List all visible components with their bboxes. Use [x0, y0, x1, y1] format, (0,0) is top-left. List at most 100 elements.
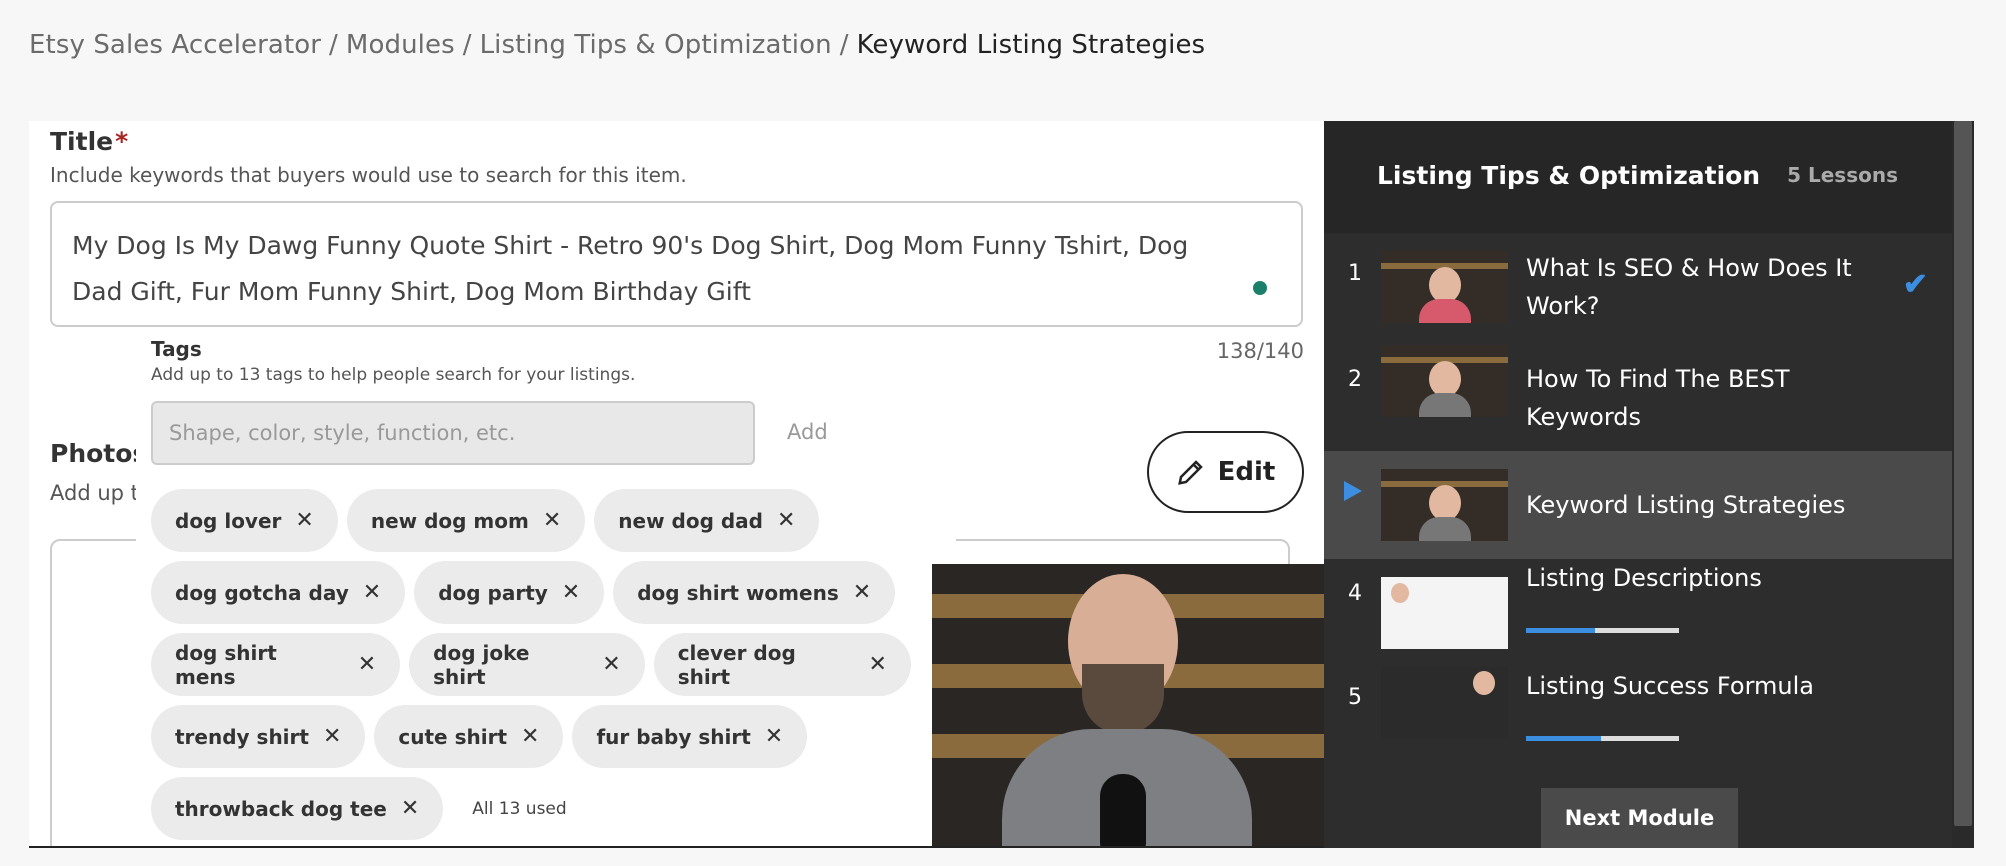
lesson-thumbnail — [1381, 345, 1508, 417]
tag-chip: dog shirt womens ✕ — [613, 561, 896, 624]
lesson-item-5[interactable]: 5 Listing Success Formula — [1324, 667, 1952, 775]
tag-chip: fur baby shirt ✕ — [572, 705, 808, 768]
remove-tag-icon: ✕ — [357, 652, 377, 677]
remove-tag-icon: ✕ — [362, 580, 382, 605]
scrollbar-thumb[interactable] — [1954, 121, 1972, 826]
tag-chip: clever dog shirt ✕ — [653, 633, 911, 696]
tag-label: new dog dad — [618, 508, 763, 533]
tag-label: dog joke shirt — [433, 640, 530, 689]
lesson-progress-fill — [1526, 736, 1601, 741]
tag-label: dog lover — [175, 508, 282, 533]
tag-label: dog gotcha day — [175, 580, 349, 605]
lesson-progress-bar — [1526, 628, 1679, 633]
presenter-webcam — [932, 564, 1324, 846]
tag-label: trendy shirt — [175, 724, 309, 749]
video-player[interactable]: Title* Include keywords that buyers woul… — [29, 121, 1324, 848]
lesson-title: How To Find The BEST Keywords — [1526, 365, 1790, 431]
tag-chips: dog lover ✕ new dog mom ✕ new dog dad ✕ dog go… — [151, 489, 911, 846]
lesson-title: What Is SEO & How Does It Work? — [1526, 254, 1852, 320]
title-label: Title* — [50, 127, 129, 156]
breadcrumb-separator: / — [839, 30, 849, 60]
lesson-item-1[interactable]: 1 What Is SEO & How Does It Work? ✔ — [1324, 233, 1952, 341]
tag-chip: trendy shirt ✕ — [151, 705, 366, 768]
lesson-thumbnail — [1381, 577, 1508, 649]
lesson-item-2[interactable]: 2 How To Find The BEST Keywords — [1324, 345, 1952, 453]
remove-tag-icon: ✕ — [764, 724, 784, 749]
tag-row: throwback dog tee ✕ All 13 used — [151, 777, 911, 840]
tag-label: new dog mom — [370, 508, 529, 533]
remove-tag-icon: ✕ — [777, 508, 796, 533]
tag-row: trendy shirt ✕ cute shirt ✕ fur baby shirt ✕ — [151, 705, 911, 768]
breadcrumb-module[interactable]: Listing Tips & Optimization — [480, 30, 832, 60]
tag-chip: throwback dog tee ✕ — [151, 777, 444, 840]
tag-chip: dog joke shirt ✕ — [409, 633, 645, 696]
lesson-thumbnail — [1381, 251, 1508, 323]
remove-tag-icon: ✕ — [542, 508, 562, 533]
edit-label: Edit — [1217, 457, 1276, 487]
lesson-thumbnail — [1381, 667, 1508, 739]
tag-chip: new dog mom ✕ — [346, 489, 586, 552]
remove-tag-icon: ✕ — [602, 652, 621, 677]
lesson-thumbnail — [1381, 469, 1508, 541]
tag-row: dog lover ✕ new dog mom ✕ new dog dad ✕ — [151, 489, 911, 552]
pencil-icon — [1177, 460, 1203, 485]
remove-tag-icon: ✕ — [561, 580, 581, 605]
lesson-sidebar: Listing Tips & Optimization 5 Lessons 1 … — [1324, 121, 1974, 848]
tag-chip: new dog dad ✕ — [594, 489, 820, 552]
tags-add-button: Add — [787, 420, 828, 444]
breadcrumb-modules[interactable]: Modules — [346, 30, 455, 60]
char-count: 138/140 — [1216, 339, 1304, 363]
lesson-item-4[interactable]: 4 Listing Descriptions — [1324, 559, 1952, 667]
tag-chip: cute shirt ✕ — [374, 705, 564, 768]
tag-chip: dog party ✕ — [414, 561, 605, 624]
lesson-title: Listing Descriptions — [1526, 564, 1762, 592]
microphone-icon — [1100, 774, 1146, 846]
remove-tag-icon: ✕ — [521, 724, 540, 749]
edit-button: Edit — [1147, 431, 1304, 513]
remove-tag-icon: ✕ — [400, 796, 420, 821]
required-mark: * — [115, 127, 129, 156]
breadcrumb-separator: / — [329, 30, 338, 60]
lesson-progress-fill — [1526, 628, 1595, 633]
next-module-button[interactable]: Next Module — [1541, 788, 1738, 848]
remove-tag-icon: ✕ — [322, 724, 342, 749]
presenter-beard — [1082, 664, 1164, 734]
module-title: Listing Tips & Optimization — [1377, 161, 1761, 190]
tag-row: dog gotcha day ✕ dog party ✕ dog shirt women… — [151, 561, 911, 624]
lesson-number: 1 — [1348, 261, 1362, 286]
remove-tag-icon: ✕ — [295, 508, 314, 533]
breadcrumb-separator: / — [462, 30, 472, 60]
tag-label: dog party — [438, 580, 548, 605]
sidebar-scrollbar[interactable] — [1952, 121, 1974, 848]
tag-label: dog shirt womens — [637, 580, 839, 605]
tags-input: Shape, color, style, function, etc. — [151, 401, 755, 465]
lesson-number: 5 — [1348, 685, 1362, 710]
tag-chip: dog gotcha day ✕ — [151, 561, 406, 624]
checkmark-icon: ✔ — [1902, 268, 1928, 301]
tag-label: fur baby shirt — [596, 724, 751, 749]
tags-label: Tags — [151, 337, 202, 361]
remove-tag-icon: ✕ — [852, 580, 872, 605]
tag-row: dog shirt mens ✕ dog joke shirt ✕ clever dog… — [151, 633, 911, 696]
play-icon — [1344, 481, 1362, 501]
title-value: My Dog Is My Dawg Funny Quote Shirt - Re… — [72, 231, 1189, 306]
sidebar-header: Listing Tips & Optimization 5 Lessons — [1324, 121, 1952, 233]
title-field: My Dog Is My Dawg Funny Quote Shirt - Re… — [50, 201, 1303, 327]
photos-help: Add up t — [50, 481, 139, 505]
title-help: Include keywords that buyers would use t… — [50, 163, 687, 187]
lesson-item-3[interactable]: Keyword Listing Strategies — [1324, 451, 1952, 559]
tags-help: Add up to 13 tags to help people search … — [151, 365, 636, 385]
lesson-number: 2 — [1348, 367, 1362, 392]
photos-label: Photos — [50, 439, 148, 468]
lesson-number: 4 — [1348, 581, 1362, 606]
status-dot-icon — [1253, 281, 1267, 295]
breadcrumb-course[interactable]: Etsy Sales Accelerator — [29, 30, 321, 60]
lesson-progress-bar — [1526, 736, 1679, 741]
tag-chip: dog shirt mens ✕ — [151, 633, 401, 696]
tags-panel: Tags Add up to 13 tags to help people se… — [136, 329, 956, 846]
tag-label: dog shirt mens — [175, 640, 277, 689]
breadcrumb-current: Keyword Listing Strategies — [856, 30, 1206, 60]
tag-label: throwback dog tee — [175, 796, 387, 821]
tag-label: clever dog shirt — [677, 640, 796, 689]
lesson-count: 5 Lessons — [1787, 163, 1898, 187]
